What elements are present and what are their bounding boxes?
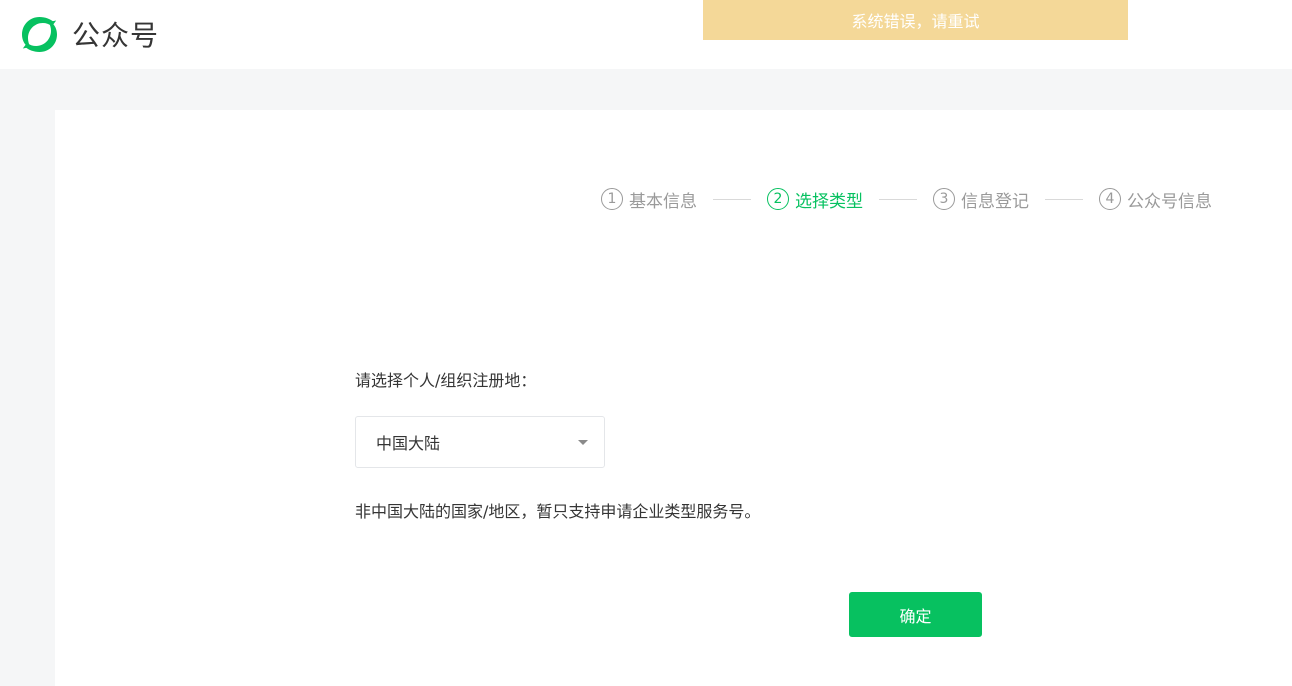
- step-basic-info: 1 基本信息: [601, 187, 697, 212]
- step-account-info: 4 公众号信息: [1099, 187, 1212, 212]
- top-bar: 公众号 系统错误，请重试: [0, 0, 1292, 69]
- step-number: 3: [933, 188, 955, 210]
- step-number: 1: [601, 188, 623, 210]
- step-divider: [713, 198, 751, 200]
- error-toast: 系统错误，请重试: [703, 0, 1128, 40]
- step-select-type: 2 选择类型: [767, 187, 863, 212]
- brand[interactable]: 公众号: [18, 13, 159, 55]
- step-number: 2: [767, 188, 789, 210]
- step-divider: [1045, 198, 1083, 200]
- region-select-value: 中国大陆: [376, 434, 441, 453]
- region-label: 请选择个人/组织注册地：: [355, 371, 537, 390]
- step-label: 选择类型: [795, 191, 863, 212]
- progress-steps: 1 基本信息 2 选择类型 3 信息登记 4 公众号信息: [601, 186, 1212, 212]
- step-info-registration: 3 信息登记: [933, 187, 1029, 212]
- step-label: 基本信息: [629, 191, 697, 212]
- brand-name: 公众号: [72, 19, 160, 52]
- chevron-down-icon: [578, 440, 588, 445]
- step-divider: [879, 198, 917, 200]
- registration-card: 1 基本信息 2 选择类型 3 信息登记 4 公众号信息 请选择个人/组织注册地…: [55, 110, 1292, 686]
- region-note: 非中国大陆的国家/地区，暂只支持申请企业类型服务号。: [355, 502, 761, 521]
- wechat-official-accounts-icon: [22, 16, 57, 52]
- error-toast-message: 系统错误，请重试: [851, 12, 980, 31]
- region-select[interactable]: 中国大陆: [355, 416, 605, 468]
- step-label: 信息登记: [961, 191, 1029, 212]
- confirm-button[interactable]: 确定: [849, 592, 982, 637]
- step-label: 公众号信息: [1127, 191, 1212, 212]
- step-number: 4: [1099, 188, 1121, 210]
